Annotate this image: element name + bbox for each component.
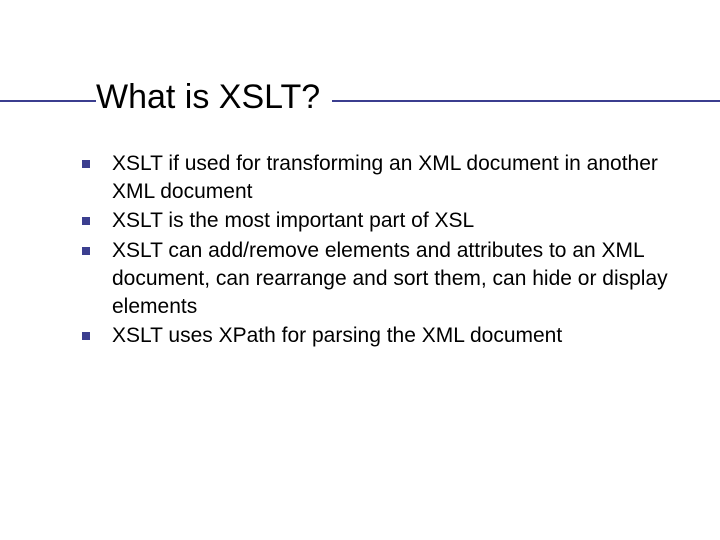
bullet-text: XSLT uses XPath for parsing the XML docu…: [112, 324, 562, 347]
title-area: What is XSLT?: [0, 78, 720, 117]
bullet-text: XSLT is the most important part of XSL: [112, 209, 474, 232]
body-area: XSLT if used for transforming an XML doc…: [72, 150, 668, 352]
slide: What is XSLT? XSLT if used for transform…: [0, 0, 720, 540]
list-item: XSLT uses XPath for parsing the XML docu…: [72, 322, 668, 350]
bullet-list: XSLT if used for transforming an XML doc…: [72, 150, 668, 350]
bullet-text: XSLT if used for transforming an XML doc…: [112, 152, 658, 203]
bullet-text: XSLT can add/remove elements and attribu…: [112, 239, 668, 317]
title-underline-left: [0, 100, 96, 102]
slide-title: What is XSLT?: [96, 78, 332, 117]
list-item: XSLT if used for transforming an XML doc…: [72, 150, 668, 205]
list-item: XSLT is the most important part of XSL: [72, 207, 668, 235]
list-item: XSLT can add/remove elements and attribu…: [72, 237, 668, 320]
